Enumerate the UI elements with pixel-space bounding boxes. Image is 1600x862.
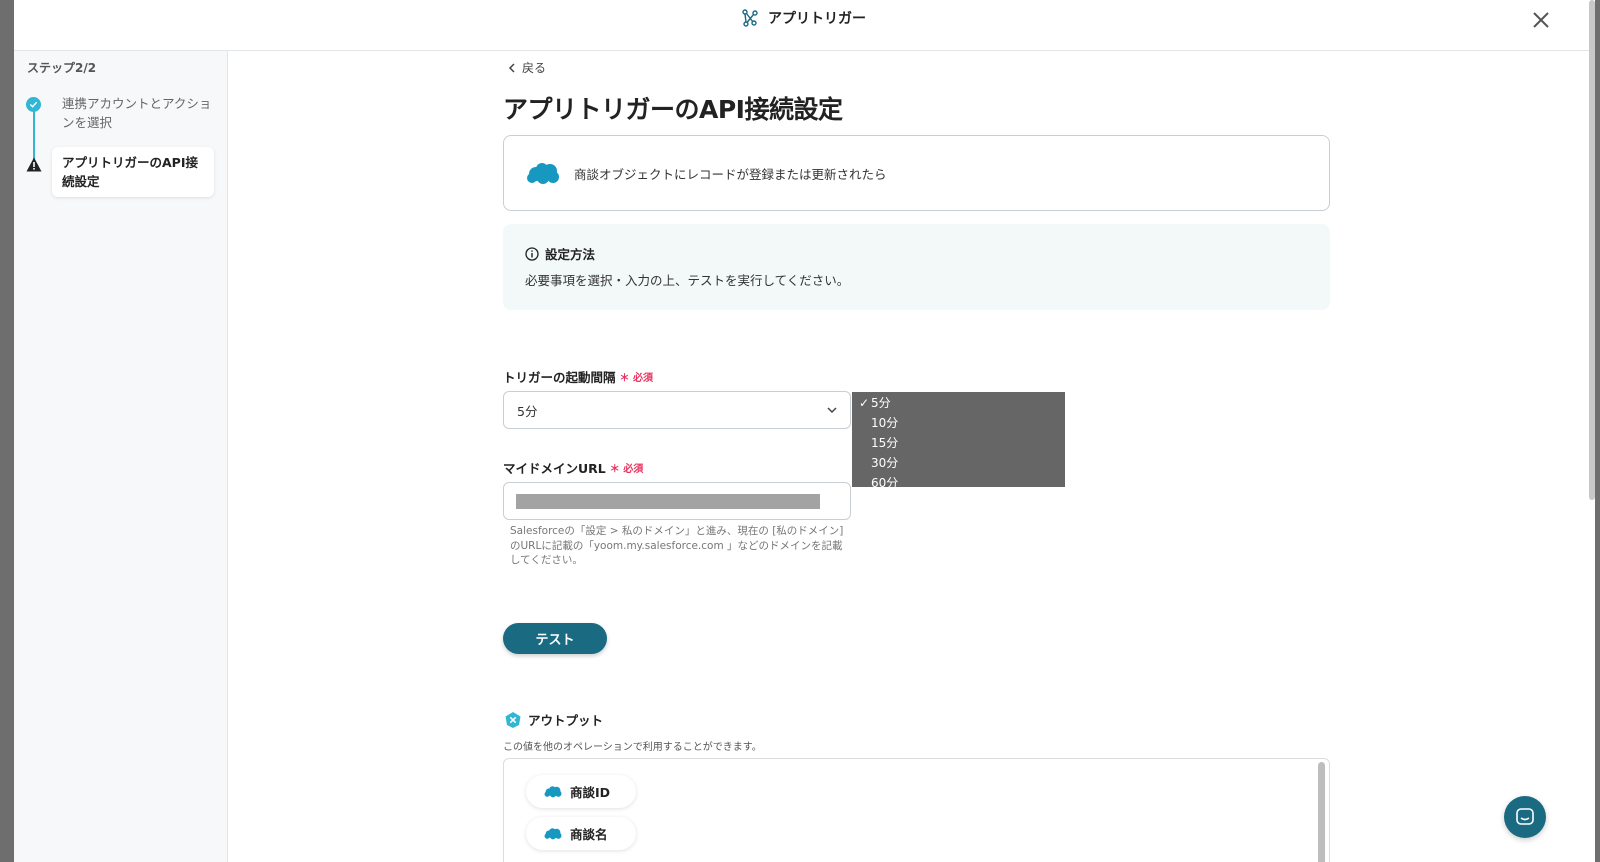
step-sidebar: ステップ2/2 連携アカウントとアクションを選択 アプリトリガーのAPI接続設定 bbox=[14, 51, 228, 862]
output-subtitle: この値を他のオペレーションで利用することができます。 bbox=[503, 742, 762, 753]
dropdown-option[interactable]: 15分 bbox=[852, 433, 1065, 453]
required-badge: ＊ 必須 bbox=[619, 373, 653, 384]
domain-label-text: マイドメインURL bbox=[503, 461, 606, 476]
step-count: ステップ2/2 bbox=[27, 61, 97, 75]
trigger-summary-card: 商談オブジェクトにレコードが登録または更新されたら bbox=[503, 135, 1330, 211]
required-text: 必須 bbox=[633, 373, 653, 384]
dropdown-option[interactable]: ✓ 5分 bbox=[852, 393, 1065, 413]
output-item-label: 商談ID bbox=[570, 785, 611, 800]
dropdown-option[interactable]: 30分 bbox=[852, 453, 1065, 473]
output-scrollbar[interactable] bbox=[1318, 762, 1325, 862]
salesforce-cloud-icon bbox=[544, 828, 562, 840]
output-title: アウトプット bbox=[528, 713, 604, 728]
chat-icon bbox=[1516, 808, 1534, 825]
header-title: アプリトリガー bbox=[768, 11, 866, 27]
output-item[interactable]: 商談名 bbox=[526, 817, 636, 850]
required-badge: ＊ 必須 bbox=[609, 464, 644, 475]
page-title: アプリトリガーのAPI接続設定 bbox=[503, 95, 843, 124]
check-icon: ✓ bbox=[859, 396, 870, 410]
modal: アプリトリガー ステップ2/2 連携アカウントとアクションを選択 アプリトリガー… bbox=[14, 0, 1595, 862]
dropdown-option[interactable]: 60分 bbox=[852, 473, 1065, 487]
step-item-api-settings[interactable]: アプリトリガーのAPI接続設定 bbox=[52, 147, 214, 197]
info-text: 必要事項を選択・入力の上、テストを実行してください。 bbox=[525, 273, 850, 288]
chevron-left-icon bbox=[508, 62, 515, 73]
interval-select-value: 5分 bbox=[517, 403, 538, 419]
page-scrollbar[interactable] bbox=[1589, 0, 1595, 500]
check-circle-icon bbox=[26, 97, 41, 112]
main-content: 戻る アプリトリガーのAPI接続設定 商談オブジェクトにレコードが登録または更新… bbox=[228, 51, 1595, 862]
domain-field-label: マイドメインURL ＊ 必須 bbox=[503, 458, 643, 477]
info-title-row: 設定方法 bbox=[525, 244, 595, 263]
chat-button[interactable] bbox=[1504, 796, 1546, 838]
trigger-text: 商談オブジェクトにレコードが登録または更新されたら bbox=[574, 166, 887, 182]
output-list: 商談ID 商談名 bbox=[503, 758, 1330, 862]
interval-dropdown-menu: ✓ 5分 10分 15分 30分 60分 bbox=[852, 392, 1065, 487]
interval-select[interactable]: 5分 bbox=[503, 391, 851, 429]
dropdown-option[interactable]: 10分 bbox=[852, 413, 1065, 433]
output-title-row: アウトプット bbox=[504, 710, 603, 729]
step-item-label: アプリトリガーのAPI接続設定 bbox=[62, 155, 198, 189]
close-icon[interactable] bbox=[1529, 8, 1553, 32]
warning-icon bbox=[26, 157, 42, 172]
domain-help-text: Salesforceの「設定 > 私のドメイン」と進み、現在の [私のドメイン]… bbox=[510, 525, 844, 566]
chevron-down-icon bbox=[827, 407, 837, 414]
back-link[interactable]: 戻る bbox=[508, 59, 546, 76]
output-item[interactable]: 商談ID bbox=[526, 775, 636, 808]
output-icon bbox=[505, 711, 521, 728]
info-box: 設定方法 必要事項を選択・入力の上、テストを実行してください。 bbox=[503, 224, 1330, 310]
modal-header: アプリトリガー bbox=[14, 0, 1595, 51]
domain-url-input[interactable] bbox=[503, 482, 851, 520]
salesforce-cloud-icon bbox=[544, 786, 562, 798]
interval-field-label: トリガーの起動間隔 ＊ 必須 bbox=[503, 367, 653, 386]
redacted-value bbox=[516, 494, 820, 509]
header-title-group: アプリトリガー bbox=[740, 8, 866, 28]
info-icon bbox=[525, 246, 539, 261]
info-title: 設定方法 bbox=[545, 247, 596, 262]
app-trigger-icon bbox=[742, 9, 758, 27]
required-text: 必須 bbox=[623, 464, 644, 475]
test-button[interactable]: テスト bbox=[503, 623, 607, 654]
salesforce-cloud-icon bbox=[527, 163, 559, 184]
output-item-label: 商談名 bbox=[570, 827, 608, 842]
interval-label-text: トリガーの起動間隔 bbox=[503, 370, 616, 385]
back-label: 戻る bbox=[522, 61, 547, 75]
step-item-select-account[interactable]: 連携アカウントとアクションを選択 bbox=[62, 94, 212, 132]
